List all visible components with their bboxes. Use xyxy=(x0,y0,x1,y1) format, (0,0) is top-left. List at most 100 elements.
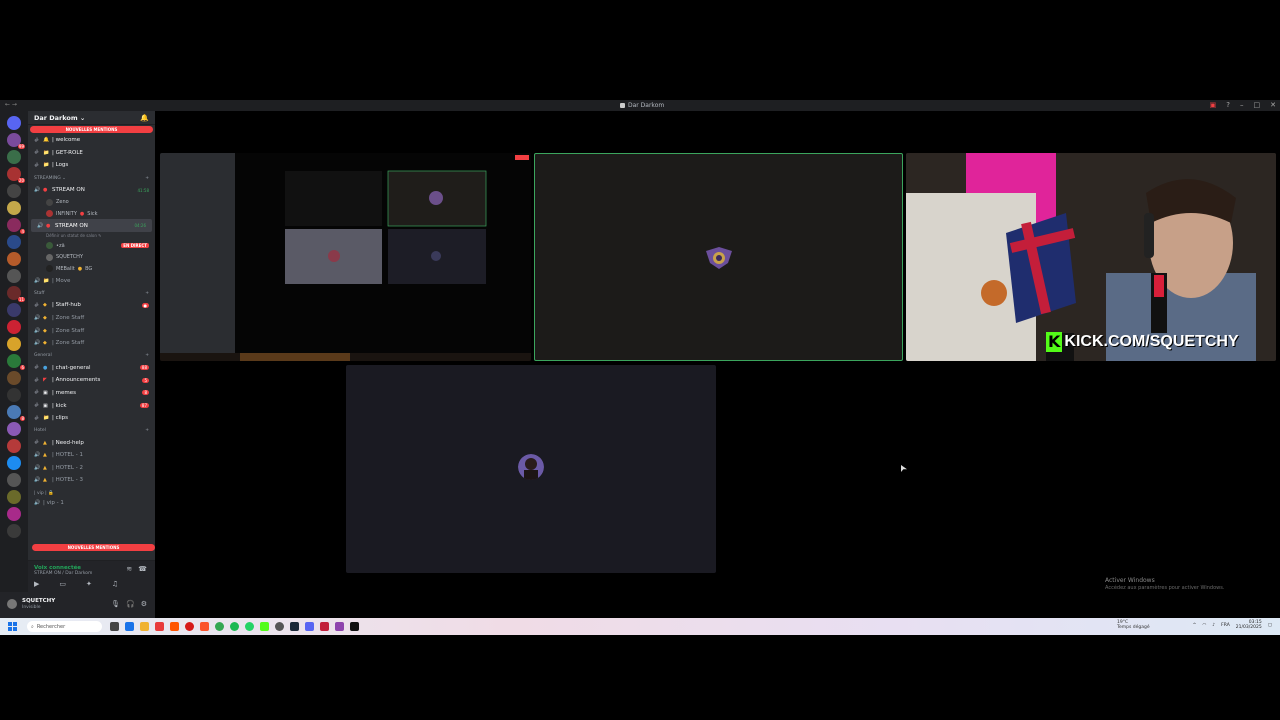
screen-share-tile[interactable] xyxy=(160,153,531,361)
server-icon[interactable] xyxy=(7,507,21,521)
channel-vip-1[interactable]: 🔊 | vip - 1 xyxy=(28,499,155,507)
voice-user[interactable]: SQUETCHY xyxy=(28,251,155,263)
discord-icon[interactable] xyxy=(305,622,314,631)
server-icon[interactable] xyxy=(7,201,21,215)
channel-kick[interactable]: # ▣ | kick 87 xyxy=(28,399,155,412)
plus-icon[interactable]: + xyxy=(145,428,149,436)
volume-icon[interactable]: ♪ xyxy=(1212,623,1215,628)
avatar[interactable] xyxy=(7,599,17,609)
channel-hotel-1[interactable]: 🔊 ▲ | HOTEL - 1 xyxy=(28,449,155,462)
activities-icon[interactable]: ✦ xyxy=(86,580,92,588)
channel-get-role[interactable]: # 📁 | GET-ROLE xyxy=(28,147,155,160)
weather-widget[interactable]: 19°C Temps dégagé xyxy=(1117,620,1150,630)
server-icon[interactable]: 4 xyxy=(7,218,25,234)
user-name[interactable]: SQUETCHY xyxy=(22,598,55,604)
channel-hotel-3[interactable]: 🔊 ▲ | HOTEL - 3 xyxy=(28,474,155,487)
voice-user[interactable]: INFINITY ● Sick xyxy=(28,208,155,220)
chrome-icon[interactable] xyxy=(215,622,224,631)
channel-staff-hub[interactable]: # ◆ | Staff-hub ● xyxy=(28,299,155,312)
voice-location[interactable]: STREAM ON / Dar Darkom xyxy=(34,571,92,576)
channel-memes[interactable]: # ▣ | memes 8 xyxy=(28,387,155,400)
voice-user[interactable]: MEBallt ● BG xyxy=(28,263,155,275)
channel-chat-general[interactable]: # ● | chat-general 88 xyxy=(28,361,155,374)
chevron-up-icon[interactable]: ^ xyxy=(1193,623,1197,628)
bell-icon[interactable]: 🔔 xyxy=(140,114,149,122)
notification-icon[interactable]: ▢ xyxy=(1268,623,1272,628)
server-icon[interactable]: 6 xyxy=(7,354,25,370)
plus-icon[interactable]: + xyxy=(145,291,149,299)
server-icon[interactable] xyxy=(7,371,21,385)
new-mentions-pill[interactable]: NOUVELLES MENTIONS xyxy=(30,126,153,133)
app-icon[interactable] xyxy=(335,622,344,631)
noise-suppression-icon[interactable]: ≋ xyxy=(126,565,132,573)
voice-channel-stream-on-2[interactable]: 🔊 ● STREAM ON 04:26 xyxy=(31,219,152,232)
plus-icon[interactable]: + xyxy=(145,176,149,184)
server-icon[interactable]: 99 xyxy=(7,133,25,149)
obs-icon[interactable] xyxy=(275,622,284,631)
spotify-icon[interactable] xyxy=(230,622,239,631)
steam-icon[interactable] xyxy=(290,622,299,631)
channel-welcome[interactable]: # 🔔 | welcome xyxy=(28,134,155,147)
channel-zone-staff[interactable]: 🔊 ◆ | Zone Staff xyxy=(28,312,155,325)
channel-move[interactable]: 🔊 📁 | Move xyxy=(28,274,155,287)
channel-zone-staff[interactable]: 🔊 ◆ | Zone Staff xyxy=(28,324,155,337)
server-icon[interactable]: 8 xyxy=(7,405,25,421)
kick-icon[interactable] xyxy=(260,622,269,631)
category-vip[interactable]: | vip | 🔒 xyxy=(28,487,155,499)
server-icon[interactable]: 11 xyxy=(7,286,25,302)
gear-icon[interactable]: ⚙ xyxy=(141,600,147,608)
set-status-link[interactable]: Définir un statut de salon ✎ xyxy=(28,232,155,240)
app-icon[interactable] xyxy=(320,622,329,631)
close-button[interactable]: ✕ xyxy=(1270,101,1276,109)
server-icon[interactable] xyxy=(7,252,21,266)
category-staff[interactable]: Staff + xyxy=(28,287,155,299)
file-explorer-icon[interactable] xyxy=(140,622,149,631)
server-icon[interactable] xyxy=(7,184,21,198)
taskbar-search[interactable]: ⌕ Rechercher xyxy=(27,621,102,632)
brave-icon[interactable] xyxy=(200,622,209,631)
task-view-icon[interactable] xyxy=(110,622,119,631)
server-icon[interactable] xyxy=(7,388,21,402)
server-icon[interactable]: 20 xyxy=(7,167,25,183)
nav-arrows[interactable]: ← → xyxy=(5,101,17,108)
channel-hotel-2[interactable]: 🔊 ▲ | HOTEL - 2 xyxy=(28,462,155,475)
speaking-participant-tile[interactable] xyxy=(534,153,903,361)
voice-user[interactable]: •zä EN DIRECT xyxy=(28,240,155,252)
screen-share-icon[interactable]: ▭ xyxy=(59,580,66,588)
server-icon[interactable] xyxy=(7,303,21,317)
windows-start-icon[interactable] xyxy=(8,622,17,631)
minimize-button[interactable]: – xyxy=(1240,101,1244,109)
server-icon[interactable] xyxy=(7,422,21,436)
category-streaming[interactable]: STREAMING ⌄ + xyxy=(28,172,155,184)
server-icon[interactable] xyxy=(7,490,21,504)
server-icon[interactable] xyxy=(7,235,21,249)
plus-icon[interactable]: + xyxy=(145,353,149,361)
home-icon[interactable] xyxy=(7,116,21,130)
app-icon[interactable] xyxy=(125,622,134,631)
channel-logs[interactable]: # 📁 | Logs xyxy=(28,159,155,172)
channel-need-help[interactable]: # ▲ | Need-help xyxy=(28,436,155,449)
headphones-icon[interactable]: 🎧 xyxy=(126,600,135,608)
server-icon[interactable] xyxy=(7,456,21,470)
server-icon[interactable] xyxy=(7,524,21,538)
channel-zone-staff[interactable]: 🔊 ◆ | Zone Staff xyxy=(28,337,155,350)
language-indicator[interactable]: FRA xyxy=(1221,623,1230,628)
category-hotel[interactable]: Hotel + xyxy=(28,424,155,436)
channel-announcements[interactable]: # ◤ | Announcements 5 xyxy=(28,374,155,387)
voice-channel-stream-on-1[interactable]: 🔊 ● STREAM ON 41:58 xyxy=(28,184,155,197)
voice-user[interactable]: Zeno xyxy=(28,196,155,208)
participant-tile[interactable] xyxy=(346,365,716,573)
whatsapp-icon[interactable] xyxy=(245,622,254,631)
server-icon[interactable] xyxy=(7,473,21,487)
server-icon[interactable] xyxy=(7,320,21,334)
webcam-tile[interactable]: K KICK.COM/SQUETCHY xyxy=(906,153,1276,361)
channel-clips[interactable]: # 📁 | clips xyxy=(28,412,155,425)
app-icon[interactable] xyxy=(155,622,164,631)
opera-icon[interactable] xyxy=(185,622,194,631)
help-icon[interactable]: ? xyxy=(1226,101,1230,109)
clock[interactable]: 03:15 21/03/2025 xyxy=(1236,620,1262,630)
app-icon[interactable] xyxy=(350,622,359,631)
new-mentions-pill-bottom[interactable]: NOUVELLES MENTIONS xyxy=(32,544,155,551)
server-icon[interactable] xyxy=(7,439,21,453)
server-icon[interactable] xyxy=(7,150,21,164)
